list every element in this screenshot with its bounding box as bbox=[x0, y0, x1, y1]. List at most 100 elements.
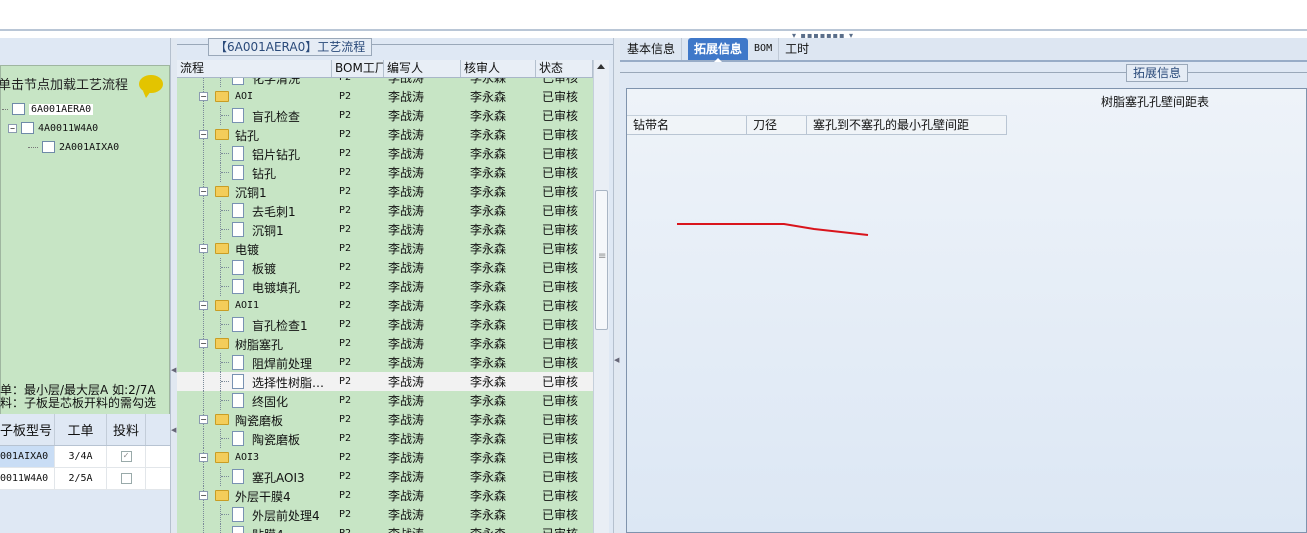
col-header[interactable]: 投料 bbox=[107, 414, 146, 445]
process-row[interactable]: 盲孔检查1 P2 李战涛 李永森 已审核 bbox=[177, 315, 593, 334]
flow-label: 外层前处理4 bbox=[252, 509, 320, 523]
cell-bom: P2 bbox=[339, 433, 352, 444]
col-header-flow[interactable]: 流程 bbox=[177, 60, 332, 77]
process-row[interactable]: 盲孔检查 P2 李战涛 李永森 已审核 bbox=[177, 106, 593, 125]
process-row[interactable]: 贴膜4 P2李战涛李永森已审核 bbox=[177, 524, 593, 533]
table-row[interactable]: 0011W4A0 2/5A bbox=[0, 468, 170, 490]
process-row[interactable]: 去毛刺1 P2 李战涛 李永森 已审核 bbox=[177, 201, 593, 220]
process-row[interactable]: 陶瓷磨板 P2 李战涛 李永森 已审核 bbox=[177, 429, 593, 448]
flow-label: 盲孔检查1 bbox=[252, 319, 308, 333]
col-header-bom[interactable]: BOM工厂 bbox=[332, 60, 384, 77]
col-header-tool-diameter[interactable]: 刀径 bbox=[747, 116, 807, 135]
col-header-drill-tape[interactable]: 钻带名 bbox=[627, 116, 747, 135]
process-row[interactable]: − AOI1 P2 李战涛 李永森 已审核 bbox=[177, 296, 593, 315]
tree-line bbox=[203, 505, 204, 524]
cell-writer: 李战涛 bbox=[388, 261, 425, 275]
collapse-icon[interactable]: − bbox=[199, 339, 208, 348]
process-row[interactable]: 阻焊前处理 P2 李战涛 李永森 已审核 bbox=[177, 353, 593, 372]
col-header-writer[interactable]: 编写人 bbox=[384, 60, 461, 77]
folder-icon bbox=[215, 338, 229, 349]
cell-writer: 李战涛 bbox=[388, 432, 425, 446]
middle-splitter[interactable]: ◀ bbox=[613, 38, 620, 533]
process-row[interactable]: 选择性树脂… P2 李战涛 李永森 已审核 bbox=[177, 372, 593, 391]
feed-checkbox[interactable]: ✓ bbox=[120, 451, 132, 462]
feed-checkbox[interactable] bbox=[120, 473, 132, 484]
process-grid-scrollbar[interactable] bbox=[593, 60, 609, 533]
process-row[interactable]: − 树脂塞孔 P2 李战涛 李永森 已审核 bbox=[177, 334, 593, 353]
collapse-icon[interactable]: − bbox=[8, 123, 17, 133]
cell-flow: − AOI1 bbox=[177, 296, 332, 315]
left-splitter[interactable]: ◀ ◀ bbox=[170, 38, 177, 533]
flow-label: 塞孔AOI3 bbox=[252, 471, 305, 485]
folder-icon bbox=[215, 452, 229, 463]
tree-node-child[interactable]: − 4A0011W4A0 bbox=[8, 122, 98, 134]
flow-label: 陶瓷磨板 bbox=[235, 414, 284, 428]
process-row[interactable]: − AOI P2 李战涛 李永森 已审核 bbox=[177, 87, 593, 106]
cell-reviewer: 李永森 bbox=[470, 242, 507, 256]
process-row[interactable]: 终固化 P2 李战涛 李永森 已审核 bbox=[177, 391, 593, 410]
process-row[interactable]: 外层前处理4 P2 李战涛 李永森 已审核 bbox=[177, 505, 593, 524]
table-row[interactable]: 001AIXA0 3/4A ✓ bbox=[0, 446, 170, 468]
process-grid: 贴膜4P2李战涛李永森已审核外层前处理4P2李战涛李永森已审核−外层干膜4P2李… bbox=[177, 60, 593, 533]
tab-work-hours[interactable]: 工时 bbox=[779, 38, 815, 60]
tab-extended-info[interactable]: 拓展信息 bbox=[688, 38, 749, 62]
process-row[interactable]: 沉铜1 P2 李战涛 李永森 已审核 bbox=[177, 220, 593, 239]
cell-bom: P2 bbox=[339, 319, 352, 330]
process-row[interactable]: − 陶瓷磨板 P2 李战涛 李永森 已审核 bbox=[177, 410, 593, 429]
cell-flow: 铝片钻孔 bbox=[177, 144, 332, 163]
col-header[interactable]: 子板型号 bbox=[0, 414, 55, 445]
cell-bom: P2 bbox=[339, 91, 352, 102]
flow-label: 终固化 bbox=[252, 395, 289, 409]
document-icon bbox=[42, 141, 55, 153]
collapse-icon[interactable]: − bbox=[199, 244, 208, 253]
collapse-arrow-icon[interactable]: ◀ bbox=[171, 366, 176, 374]
collapse-icon[interactable]: − bbox=[199, 130, 208, 139]
cell-flow: 板镀 bbox=[177, 258, 332, 277]
process-row[interactable]: − AOI3 P2 李战涛 李永森 已审核 bbox=[177, 448, 593, 467]
col-header[interactable]: 工单 bbox=[55, 414, 107, 445]
collapse-icon[interactable]: − bbox=[199, 491, 208, 500]
cell-flow: − 外层干膜4 bbox=[177, 486, 332, 505]
tree-line bbox=[203, 372, 204, 391]
collapse-arrow-icon[interactable]: ◀ bbox=[614, 356, 619, 364]
collapse-icon[interactable]: − bbox=[199, 187, 208, 196]
tab-bom[interactable]: BOM bbox=[748, 38, 780, 60]
tree-line bbox=[203, 277, 204, 296]
process-row[interactable]: − 钻孔 P2 李战涛 李永森 已审核 bbox=[177, 125, 593, 144]
document-icon bbox=[232, 355, 244, 370]
cell-bom: P2 bbox=[339, 281, 352, 292]
process-row[interactable]: 电镀填孔 P2 李战涛 李永森 已审核 bbox=[177, 277, 593, 296]
cell-bom: P2 bbox=[339, 300, 352, 311]
flow-label: 盲孔检查 bbox=[252, 110, 301, 124]
collapse-arrow-icon[interactable]: ◀ bbox=[171, 426, 176, 434]
tree-node-root[interactable]: 6A001AERA0 bbox=[2, 103, 94, 115]
cell-status: 已审核 bbox=[542, 470, 579, 484]
collapse-icon[interactable]: − bbox=[199, 92, 208, 101]
process-row[interactable]: 板镀 P2 李战涛 李永森 已审核 bbox=[177, 258, 593, 277]
process-row[interactable]: − 外层干膜4 P2 李战涛 李永森 已审核 bbox=[177, 486, 593, 505]
tab-basic-info[interactable]: 基本信息 bbox=[621, 38, 683, 60]
process-row[interactable]: 塞孔AOI3 P2 李战涛 李永森 已审核 bbox=[177, 467, 593, 486]
tree-node-grandchild[interactable]: 2A001AIXA0 bbox=[28, 141, 119, 153]
process-row[interactable]: − 沉铜1 P2 李战涛 李永森 已审核 bbox=[177, 182, 593, 201]
col-header-reviewer[interactable]: 核审人 bbox=[461, 60, 536, 77]
collapse-icon[interactable]: − bbox=[199, 301, 208, 310]
process-row[interactable]: 铝片钻孔 P2 李战涛 李永森 已审核 bbox=[177, 144, 593, 163]
folder-icon bbox=[215, 129, 229, 140]
cell-reviewer: 李永森 bbox=[470, 147, 507, 161]
cell-flow: 贴膜4 bbox=[177, 524, 332, 533]
scroll-up-icon[interactable] bbox=[597, 64, 605, 69]
document-icon bbox=[232, 146, 244, 161]
process-row[interactable]: 钻孔 P2 李战涛 李永森 已审核 bbox=[177, 163, 593, 182]
collapse-icon[interactable]: − bbox=[199, 453, 208, 462]
collapse-icon[interactable]: − bbox=[199, 415, 208, 424]
cell-reviewer: 李永森 bbox=[470, 261, 507, 275]
scroll-thumb[interactable] bbox=[595, 190, 608, 330]
tree-line bbox=[203, 429, 204, 448]
cell-writer: 李战涛 bbox=[388, 356, 425, 370]
col-header-status[interactable]: 状态 bbox=[536, 60, 593, 77]
col-header-min-wall-spacing[interactable]: 塞孔到不塞孔的最小孔壁间距 bbox=[807, 116, 1007, 135]
collapse-grip-icon[interactable]: ▾ ▪▪▪▪▪▪▪ ▾ bbox=[792, 31, 854, 40]
process-row[interactable]: − 电镀 P2 李战涛 李永森 已审核 bbox=[177, 239, 593, 258]
tree-node-label: 6A001AERA0 bbox=[29, 103, 94, 115]
